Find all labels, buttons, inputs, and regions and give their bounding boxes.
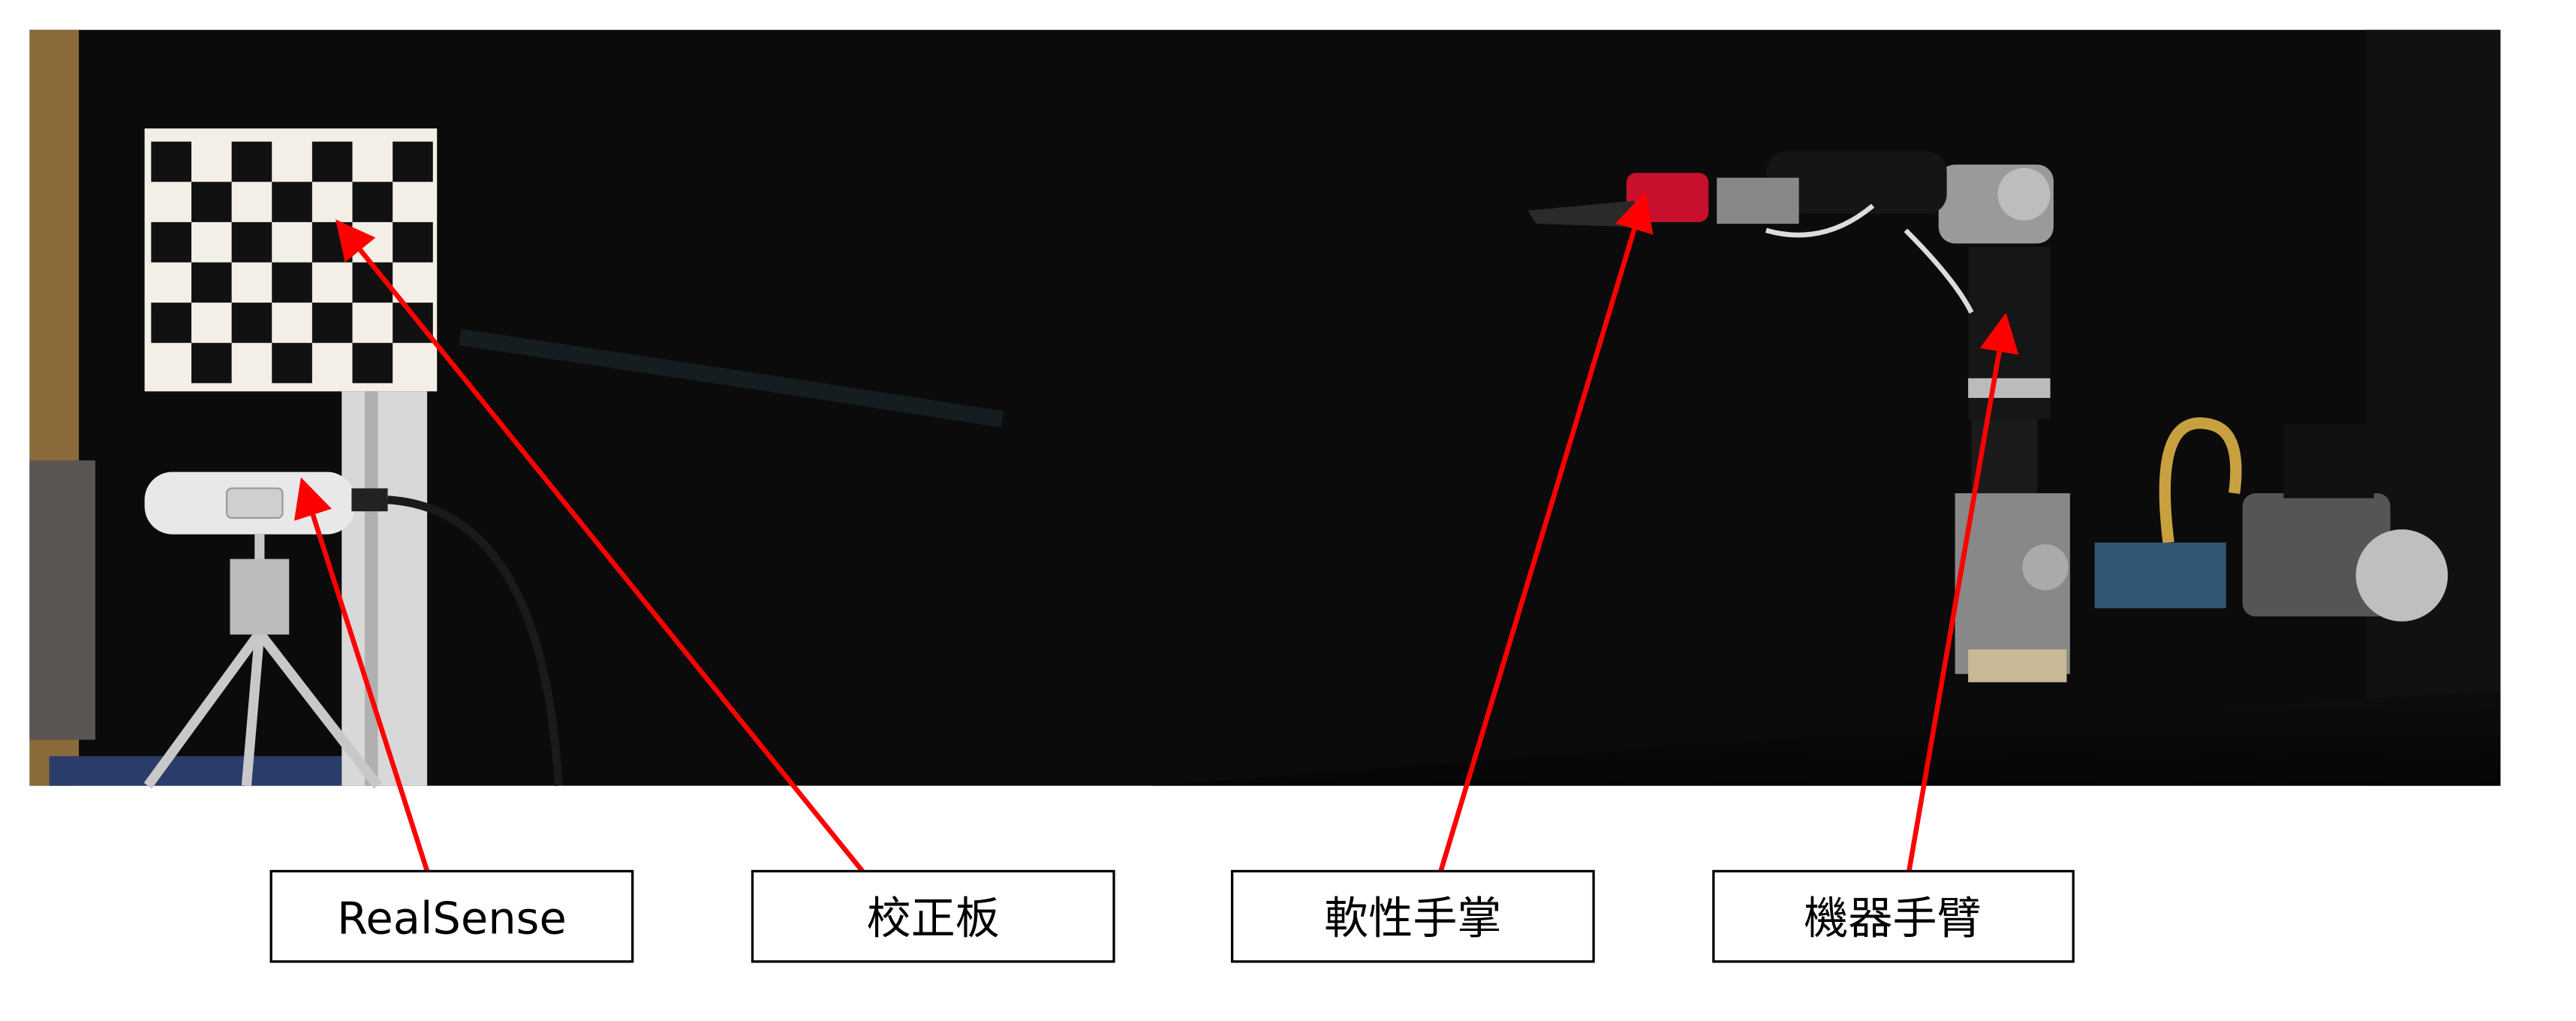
label-text: 機器手臂 [1804,893,1981,944]
checker-square [272,342,312,384]
checker-square [231,221,272,263]
checker-square [393,221,433,263]
checker-square [191,342,232,384]
checker-square [352,342,393,384]
aluminium-stand [342,391,428,786]
label-soft-palm: 軟性手掌 [1230,869,1595,963]
checker-square [151,141,191,182]
label-text: 軟性手掌 [1324,893,1501,944]
checker-square [191,262,232,303]
label-realsense: RealSense [269,869,634,963]
checker-square [393,303,433,343]
annotated-photo-figure: RealSense 校正板 軟性手掌 機器手臂 [29,29,2501,963]
checker-square [393,141,433,182]
checker-square [311,221,353,263]
label-text: 校正板 [867,893,1000,944]
label-calibration-board: 校正板 [751,869,1115,963]
label-text: RealSense [337,893,567,944]
checker-square [231,303,272,343]
checker-square [272,262,312,303]
lab-photo [29,29,2501,789]
checker-square [151,221,191,263]
checker-square [352,182,393,222]
curtain-edge [2365,29,2501,786]
checkerboard-calibration-board [144,128,438,392]
checker-square [191,182,232,222]
label-robot-arm: 機器手臂 [1712,869,2075,963]
boxes [29,460,95,740]
checker-square [231,141,272,182]
checker-square [311,141,353,182]
checker-square [311,303,353,343]
checker-square [151,303,191,343]
checker-square [272,182,312,222]
